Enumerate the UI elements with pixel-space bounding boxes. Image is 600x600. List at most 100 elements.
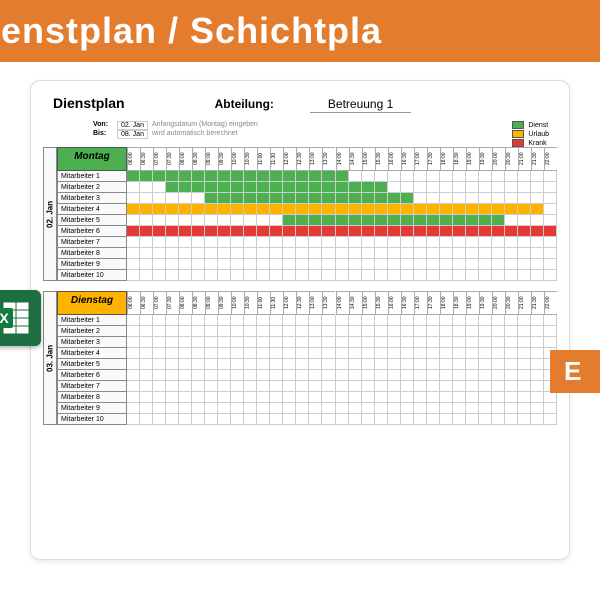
day-block: 03. JanDienstag06:0006:3007:0007:3008:00…	[43, 291, 557, 425]
time-header-cell: 15:30	[375, 291, 388, 315]
shift-slot	[349, 337, 362, 348]
shift-slot	[544, 171, 557, 182]
shift-slot	[283, 359, 296, 370]
shift-slot	[336, 204, 349, 215]
shift-slot	[349, 193, 362, 204]
shift-slot	[322, 337, 335, 348]
shift-slot	[479, 337, 492, 348]
shift-slot	[414, 237, 427, 248]
shift-slot	[231, 259, 244, 270]
shift-slot	[192, 237, 205, 248]
shift-slot	[427, 315, 440, 326]
shift-slot	[231, 392, 244, 403]
shift-slot	[362, 337, 375, 348]
shift-slot	[479, 182, 492, 193]
shift-slot	[544, 392, 557, 403]
shift-slot	[166, 392, 179, 403]
shift-slot	[205, 392, 218, 403]
shift-slot	[492, 226, 505, 237]
shift-slot	[518, 348, 531, 359]
shift-slot	[531, 237, 544, 248]
shift-slot	[283, 270, 296, 281]
shift-slot	[218, 204, 231, 215]
shift-slot	[231, 270, 244, 281]
time-header-cell: 19:00	[466, 147, 479, 171]
shift-slot	[440, 171, 453, 182]
shift-slot	[505, 414, 518, 425]
shift-slot	[218, 403, 231, 414]
shift-slot	[283, 392, 296, 403]
shift-slot	[270, 403, 283, 414]
shift-slot	[349, 381, 362, 392]
shift-slot	[518, 204, 531, 215]
shift-slot	[231, 381, 244, 392]
shift-slot	[492, 182, 505, 193]
shift-slot	[401, 381, 414, 392]
shift-slot	[349, 370, 362, 381]
slot-cells	[127, 182, 557, 193]
employee-row: Mitarbeiter 5	[57, 359, 557, 370]
shift-slot	[466, 248, 479, 259]
time-header-cell: 14:30	[349, 147, 362, 171]
shift-slot	[218, 171, 231, 182]
shift-slot	[257, 370, 270, 381]
shift-slot	[544, 215, 557, 226]
shift-slot	[257, 193, 270, 204]
shift-slot	[505, 315, 518, 326]
shift-slot	[427, 270, 440, 281]
shift-slot	[166, 403, 179, 414]
day-name: Dienstag	[57, 291, 127, 315]
shift-slot	[401, 392, 414, 403]
shift-slot	[153, 248, 166, 259]
shift-slot	[309, 226, 322, 237]
shift-slot	[375, 226, 388, 237]
slot-cells	[127, 359, 557, 370]
shift-slot	[453, 326, 466, 337]
shift-slot	[349, 215, 362, 226]
shift-slot	[127, 193, 140, 204]
employee-row: Mitarbeiter 3	[57, 193, 557, 204]
slot-cells	[127, 237, 557, 248]
shift-slot	[296, 359, 309, 370]
time-header-cell: 12:00	[283, 147, 296, 171]
shift-slot	[231, 414, 244, 425]
shift-slot	[127, 392, 140, 403]
shift-slot	[283, 414, 296, 425]
time-header-cell: 09:00	[205, 291, 218, 315]
shift-slot	[440, 182, 453, 193]
shift-slot	[544, 259, 557, 270]
time-header-cell: 10:30	[244, 147, 257, 171]
von-note: Anfangsdatum (Montag) eingeben	[152, 121, 258, 130]
shift-slot	[349, 414, 362, 425]
shift-slot	[205, 359, 218, 370]
shift-slot	[205, 337, 218, 348]
shift-slot	[453, 359, 466, 370]
time-header-cell: 21:00	[518, 291, 531, 315]
shift-slot	[466, 326, 479, 337]
time-cells: 06:0006:3007:0007:3008:0008:3009:0009:30…	[127, 147, 557, 171]
shift-slot	[205, 403, 218, 414]
shift-slot	[244, 359, 257, 370]
shift-slot	[518, 403, 531, 414]
shift-slot	[479, 326, 492, 337]
shift-slot	[362, 359, 375, 370]
shift-slot	[427, 403, 440, 414]
shift-slot	[427, 204, 440, 215]
slot-cells	[127, 392, 557, 403]
shift-slot	[492, 359, 505, 370]
shift-slot	[505, 359, 518, 370]
grid-wrap: Dienstag06:0006:3007:0007:3008:0008:3009…	[57, 291, 557, 425]
time-header-cell: 10:30	[244, 291, 257, 315]
slot-cells	[127, 193, 557, 204]
shift-slot	[283, 403, 296, 414]
shift-slot	[205, 381, 218, 392]
shift-slot	[401, 315, 414, 326]
shift-slot	[388, 226, 401, 237]
employee-name: Mitarbeiter 2	[57, 182, 127, 193]
shift-slot	[388, 259, 401, 270]
shift-slot	[362, 270, 375, 281]
shift-slot	[518, 315, 531, 326]
shift-slot	[218, 226, 231, 237]
shift-slot	[492, 237, 505, 248]
time-header-cell: 06:30	[140, 291, 153, 315]
